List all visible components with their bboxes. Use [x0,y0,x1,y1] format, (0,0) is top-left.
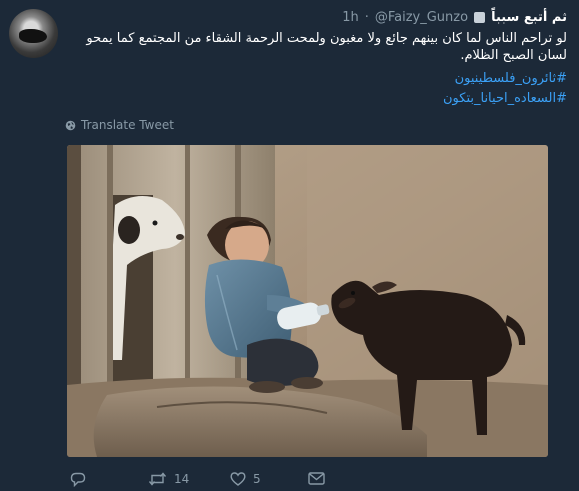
translate-tweet-link[interactable]: Translate Tweet [65,118,174,132]
badge-icon [474,11,486,23]
tweet-header: ثم أتبع سبباً @Faizy_Gunzo · 1h [342,7,567,27]
translate-label: Translate Tweet [81,118,174,132]
timestamp[interactable]: 1h [342,10,359,25]
display-name[interactable]: ثم أتبع سبباً [491,10,567,25]
retweet-button[interactable]: 14 [148,472,189,486]
handle[interactable]: @Faizy_Gunzo [375,10,468,25]
tweet-photo[interactable] [67,145,548,457]
heart-icon [230,472,246,486]
tweet-text: لو تراحم الناس لما كان بينهم جائع ولا مغ… [86,31,567,63]
avatar[interactable] [9,9,58,58]
hashtags: #ثائرون_فلسطينيون #السعاده_احيانا_بتكون [167,69,567,109]
retweet-icon [148,472,167,486]
like-count: 5 [253,472,261,486]
tweet-card[interactable]: ثم أتبع سبباً @Faizy_Gunzo · 1h لو تراحم… [0,0,579,491]
tweet-actions: 14 5 [70,472,530,488]
globe-icon [65,120,76,130]
mail-icon [308,472,325,485]
reply-button[interactable] [70,472,93,487]
hashtag-link[interactable]: #ثائرون_فلسطينيون [167,69,567,89]
direct-message-button[interactable] [308,472,325,485]
photo-illustration [67,145,548,457]
reply-icon [70,472,86,487]
retweet-count: 14 [174,472,190,486]
hashtag-link[interactable]: #السعاده_احيانا_بتكون [167,89,567,109]
separator: · [364,9,369,25]
like-button[interactable]: 5 [230,472,261,486]
